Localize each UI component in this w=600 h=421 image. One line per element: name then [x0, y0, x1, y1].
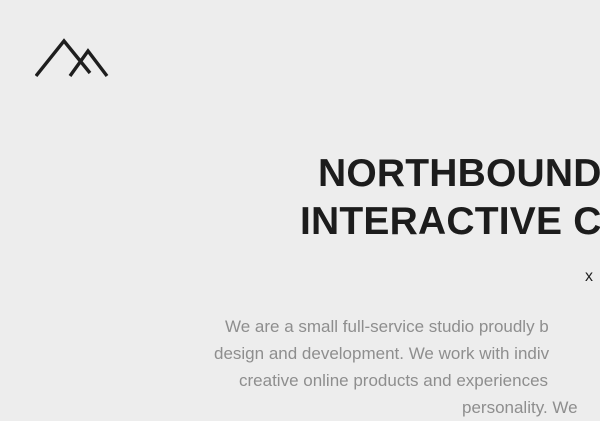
intro-line-2: design and development. We work with ind…	[214, 344, 550, 363]
intro-line-4: personality. We	[462, 398, 578, 417]
close-button[interactable]: x	[582, 268, 596, 286]
hero-section: NORTHBOUND INTERACTIVE CR x We are a sma…	[0, 0, 600, 417]
headline-line-2: INTERACTIVE CR	[300, 200, 600, 243]
intro-line-3: creative online products and experiences	[239, 371, 549, 390]
hero-headline: NORTHBOUND INTERACTIVE CR	[300, 150, 600, 246]
intro-line-1: We are a small full-service studio proud…	[225, 317, 549, 336]
headline-line-1: NORTHBOUND	[318, 152, 600, 195]
